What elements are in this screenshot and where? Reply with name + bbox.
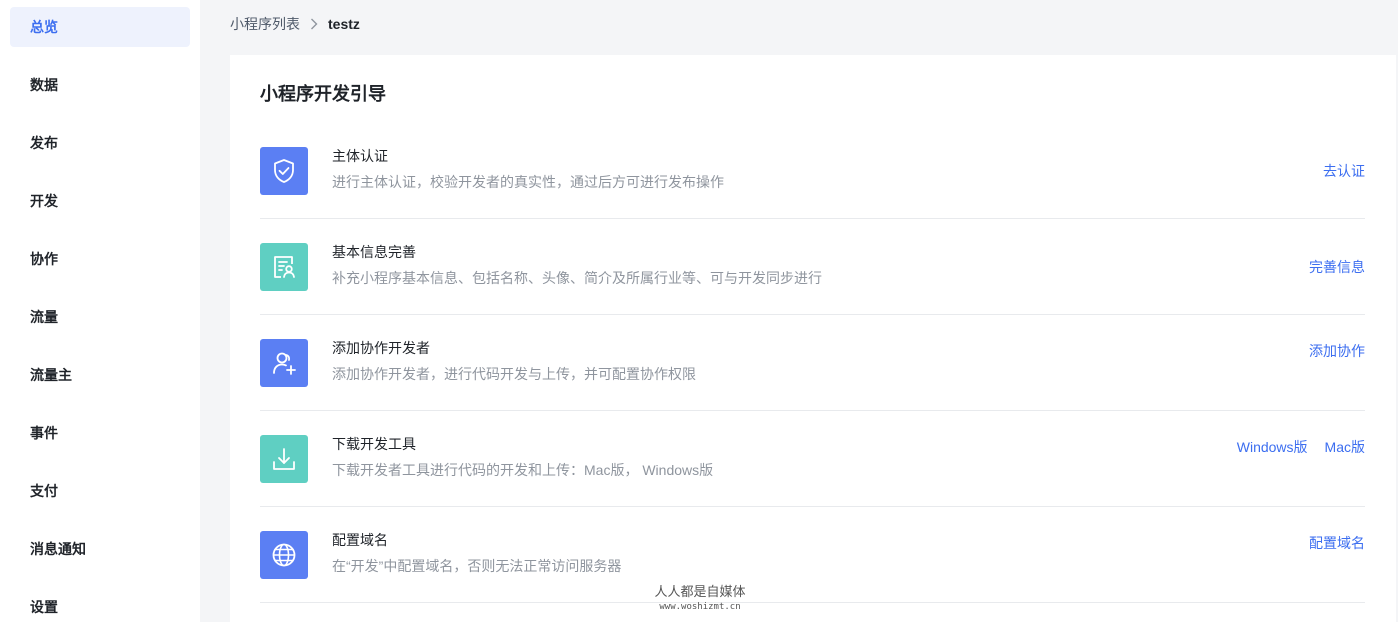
- sidebar-item-events[interactable]: 事件: [10, 413, 190, 453]
- row-description: 在“开发”中配置域名，否则无法正常访问服务器: [332, 558, 622, 574]
- shield-check-icon: [260, 147, 308, 195]
- breadcrumb: 小程序列表 testz: [230, 14, 360, 34]
- row-title: 主体认证: [332, 148, 388, 164]
- download-mac-link[interactable]: Mac版: [1325, 437, 1365, 457]
- sidebar-item-publish[interactable]: 发布: [10, 123, 190, 163]
- sidebar-item-payment[interactable]: 支付: [10, 471, 190, 511]
- chevron-right-icon: [300, 14, 328, 34]
- row-actions: Windows版 Mac版: [1237, 437, 1365, 457]
- guide-row-domain: 配置域名 在“开发”中配置域名，否则无法正常访问服务器 配置域名: [260, 507, 1365, 603]
- complete-info-link[interactable]: 完善信息: [1309, 257, 1365, 277]
- row-title: 基本信息完善: [332, 244, 416, 260]
- sidebar-item-notifications[interactable]: 消息通知: [10, 529, 190, 569]
- sidebar-item-collaborate[interactable]: 协作: [10, 239, 190, 279]
- configure-domain-link[interactable]: 配置域名: [1309, 533, 1365, 553]
- row-actions: 去认证: [1323, 161, 1365, 181]
- row-title: 配置域名: [332, 532, 388, 548]
- download-windows-link[interactable]: Windows版: [1237, 437, 1308, 457]
- sidebar-item-traffic-owner[interactable]: 流量主: [10, 355, 190, 395]
- row-title: 添加协作开发者: [332, 340, 430, 356]
- breadcrumb-current: testz: [328, 16, 360, 32]
- breadcrumb-parent-link[interactable]: 小程序列表: [230, 14, 300, 34]
- add-user-icon: [260, 339, 308, 387]
- guide-row-basic-info: 基本信息完善 补充小程序基本信息、包括名称、头像、简介及所属行业等、可与开发同步…: [260, 219, 1365, 315]
- sidebar-item-traffic[interactable]: 流量: [10, 297, 190, 337]
- row-description: 添加协作开发者，进行代码开发与上传，并可配置协作权限: [332, 366, 696, 382]
- sidebar-item-overview[interactable]: 总览: [10, 7, 190, 47]
- dev-guide-card: 小程序开发引导 主体认证 进行主体认证，校验开发者的真实性，通过后方可进行发布操…: [230, 55, 1396, 622]
- add-collaborator-link[interactable]: 添加协作: [1309, 341, 1365, 361]
- guide-row-collaborators: 添加协作开发者 添加协作开发者，进行代码开发与上传，并可配置协作权限 添加协作: [260, 315, 1365, 411]
- globe-icon: [260, 531, 308, 579]
- row-description: 进行主体认证，校验开发者的真实性，通过后方可进行发布操作: [332, 174, 724, 190]
- guide-row-verification: 主体认证 进行主体认证，校验开发者的真实性，通过后方可进行发布操作 去认证: [260, 123, 1365, 219]
- page-title: 小程序开发引导: [260, 84, 386, 104]
- sidebar-item-develop[interactable]: 开发: [10, 181, 190, 221]
- row-actions: 完善信息: [1309, 257, 1365, 277]
- sidebar: 总览 数据 发布 开发 协作 流量 流量主 事件 支付 消息通知 设置: [0, 0, 200, 622]
- profile-card-icon: [260, 243, 308, 291]
- download-icon: [260, 435, 308, 483]
- row-actions: 添加协作: [1309, 341, 1365, 361]
- watermark-brand: 人人都是自媒体: [654, 584, 746, 599]
- watermark-url: www.woshizmt.cn: [659, 602, 741, 612]
- row-description: 补充小程序基本信息、包括名称、头像、简介及所属行业等、可与开发同步进行: [332, 270, 822, 286]
- go-verify-link[interactable]: 去认证: [1323, 161, 1365, 181]
- sidebar-item-settings[interactable]: 设置: [10, 587, 190, 622]
- sidebar-item-data[interactable]: 数据: [10, 65, 190, 105]
- watermark: 人人都是自媒体 www.woshizmt.cn: [652, 584, 748, 614]
- row-actions: 配置域名: [1309, 533, 1365, 553]
- row-title: 下载开发工具: [332, 436, 416, 452]
- guide-row-download-tools: 下载开发工具 下载开发者工具进行代码的开发和上传：Mac版， Windows版 …: [260, 411, 1365, 507]
- row-description: 下载开发者工具进行代码的开发和上传：Mac版， Windows版: [332, 462, 714, 478]
